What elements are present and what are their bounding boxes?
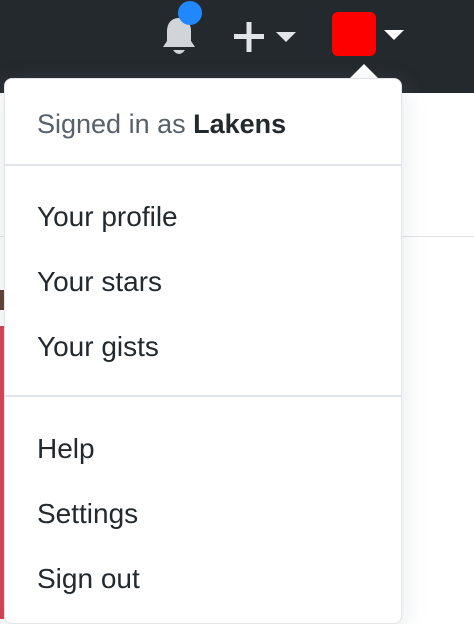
signed-in-label: Signed in as	[37, 109, 194, 139]
user-dropdown-menu: Signed in as Lakens Your profile Your st…	[4, 78, 402, 624]
menu-item-your-stars[interactable]: Your stars	[37, 266, 162, 298]
menu-item-your-gists[interactable]: Your gists	[37, 331, 159, 363]
user-menu-button[interactable]	[330, 12, 406, 60]
menu-item-help[interactable]: Help	[37, 433, 95, 465]
avatar	[332, 12, 376, 56]
caret-down-icon	[276, 32, 296, 42]
plus-icon	[234, 22, 264, 52]
username: Lakens	[193, 109, 287, 139]
create-new-button[interactable]	[232, 20, 298, 54]
menu-item-sign-out[interactable]: Sign out	[37, 563, 140, 595]
menu-item-settings[interactable]: Settings	[37, 498, 138, 530]
dropdown-pointer	[350, 64, 378, 78]
menu-divider	[5, 164, 401, 166]
signed-in-header: Signed in as Lakens	[37, 109, 286, 140]
menu-divider	[5, 395, 401, 397]
caret-down-icon	[384, 30, 404, 40]
menu-item-your-profile[interactable]: Your profile	[37, 201, 178, 233]
notification-indicator	[178, 1, 202, 25]
